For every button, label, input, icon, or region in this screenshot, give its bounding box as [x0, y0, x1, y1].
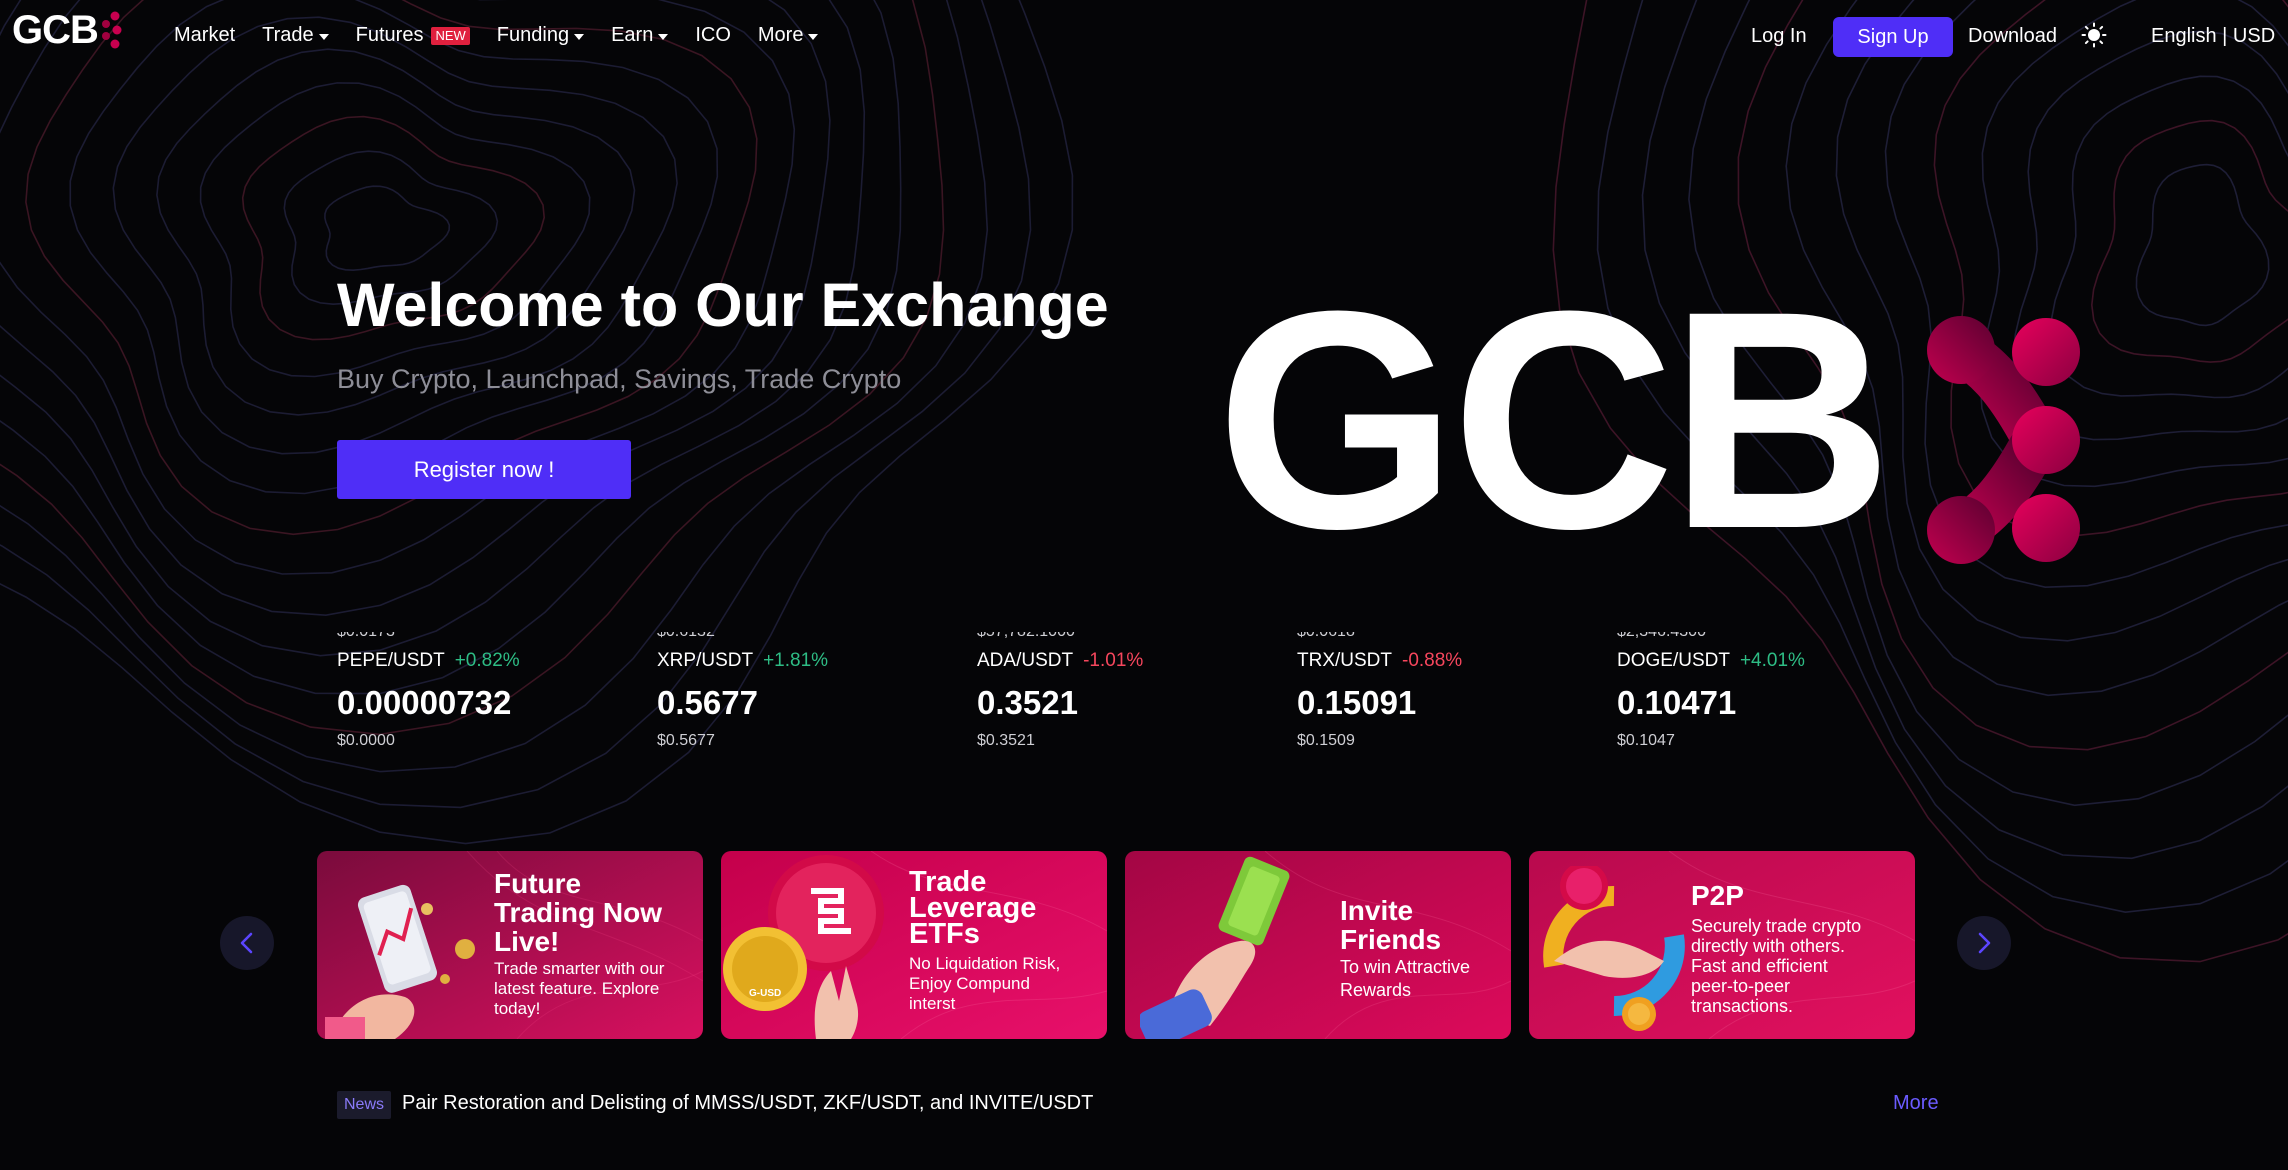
ticker-card[interactable]: $0.6132 XRP/USDT +1.81% 0.5677 $0.5677 [657, 632, 957, 748]
ticker-pair: TRX/USDT [1297, 650, 1392, 671]
banner-title: P2P [1691, 880, 1744, 911]
ticker-pair: XRP/USDT [657, 650, 754, 671]
ticker-change: -1.01% [1083, 650, 1144, 671]
ticker-usd-value: $0.1509 [1297, 732, 1355, 748]
money-hand-illustration-icon [1140, 856, 1290, 1039]
menu-trade-label: Trade [262, 24, 314, 46]
banner-title: Trade Leverage ETFs [909, 866, 1037, 950]
hero-subtitle: Buy Crypto, Launchpad, Savings, Trade Cr… [337, 364, 902, 394]
ticker-change: -0.88% [1402, 650, 1463, 671]
menu-market[interactable]: Market [174, 24, 235, 47]
ticker-usd-value: $0.5677 [657, 732, 715, 748]
chevron-right-icon [1978, 932, 1991, 954]
ticker-change: +1.81% [763, 650, 829, 671]
signup-label: Sign Up [1857, 25, 1929, 48]
sun-icon[interactable] [2081, 22, 2107, 48]
caret-down-icon [574, 34, 585, 40]
ticker-usd-value: $0.3521 [977, 732, 1035, 748]
ticker-change: +4.01% [1739, 650, 1805, 671]
ticker-price: 0.10471 [1617, 684, 1737, 721]
menu-futures-label: Futures [355, 24, 424, 46]
ticker-card[interactable]: $0.0618 TRX/USDT -0.88% 0.15091 $0.1509 [1297, 632, 1597, 748]
language-currency-selector[interactable]: English | USD [2151, 25, 2275, 48]
chevron-left-icon [240, 932, 253, 954]
banner-future-trading[interactable]: Future Trading Now Live! Trade smarter w… [317, 851, 703, 1039]
ticker-prev-price: $2,346.4300 [1617, 632, 1706, 641]
menu-more-label: More [757, 24, 804, 46]
banner-title: Future Trading Now Live! [494, 868, 662, 957]
ticker-card[interactable]: $57,782.1000 ADA/USDT -1.01% 0.3521 $0.35… [977, 632, 1277, 748]
ticker-pair: PEPE/USDT [337, 650, 445, 671]
hero-gcb-logo: GCB [1216, 265, 2080, 575]
menu-ico[interactable]: ICO [695, 24, 731, 47]
register-now-button[interactable]: Register now ! [337, 440, 631, 499]
menu-funding[interactable]: Funding [496, 24, 585, 47]
ticker-price: 0.15091 [1297, 684, 1417, 721]
caret-down-icon [318, 34, 329, 40]
menu-more[interactable]: More [758, 24, 819, 47]
ticker-price: 0.3521 [977, 684, 1078, 721]
etf-token-illustration-icon [723, 855, 884, 1039]
ticker-usd-value: $0.1047 [1617, 732, 1675, 748]
coin-label: G-USD [749, 988, 782, 999]
download-link[interactable]: Download [1968, 25, 2057, 48]
menu-market-label: Market [174, 24, 236, 46]
menu-funding-label: Funding [496, 24, 570, 46]
new-badge: NEW [431, 26, 470, 45]
menu-ico-label: ICO [695, 24, 731, 46]
ticker-usd-value: $0.0000 [337, 732, 395, 748]
register-label: Register now ! [413, 456, 555, 482]
ticker-pair: ADA/USDT [977, 650, 1074, 671]
banner-description: No Liquidation Risk, Enjoy Compund inter… [909, 954, 1061, 1013]
news-tag: News [337, 1091, 392, 1119]
banner-description: Securely trade crypto directly with othe… [1691, 916, 1862, 1016]
logo-text: GCB [12, 8, 99, 52]
carousel-next-button[interactable] [1957, 916, 2011, 970]
ticker-card[interactable]: $0.0173 PEPE/USDT +0.82% 0.00000732 $0.00… [337, 632, 637, 748]
main-menu: Market Trade Futures NEW Funding Earn ICO… [174, 24, 845, 47]
carousel-prev-button[interactable] [220, 916, 274, 970]
gcb-logo[interactable]: GCB [12, 9, 122, 51]
menu-earn[interactable]: Earn [611, 24, 669, 47]
menu-futures[interactable]: Futures NEW [356, 24, 470, 47]
ticker-card[interactable]: $2,346.4300 DOGE/USDT +4.01% 0.10471 $0.1… [1617, 632, 1917, 748]
ticker-prev-price: $0.0618 [1297, 632, 1355, 641]
ticker-price: 0.5677 [657, 684, 758, 721]
banner-invite-friends[interactable]: Invite Friends To win Attractive Rewards [1125, 851, 1511, 1039]
hero-logo-mark-icon [1927, 316, 2080, 564]
top-navigation: GCB Market Trade Futures NEW Funding Earn… [0, 0, 2288, 75]
caret-down-icon [808, 34, 819, 40]
ticker-prev-price: $0.6132 [657, 632, 715, 641]
banner-description: Trade smarter with our latest feature. E… [494, 959, 665, 1018]
p2p-handshake-illustration-icon [1543, 866, 1685, 1031]
phone-hand-illustration-icon [325, 884, 475, 1039]
login-link[interactable]: Log In [1751, 25, 1807, 48]
news-headline[interactable]: Pair Restoration and Delisting of MMSS/U… [402, 1092, 1093, 1115]
ticker-pair: DOGE/USDT [1617, 650, 1730, 671]
banner-leverage-etfs[interactable]: G-USD Trade Leverage ETFs No Liquidation… [721, 851, 1107, 1039]
logo-mark-icon [101, 11, 122, 49]
ticker-prev-price: $57,782.1000 [977, 632, 1075, 641]
signup-button[interactable]: Sign Up [1833, 17, 1953, 57]
banner-description: To win Attractive Rewards [1340, 957, 1471, 1000]
ticker-prev-price: $0.0173 [337, 632, 395, 641]
banner-p2p[interactable]: P2P Securely trade crypto directly with … [1529, 851, 1915, 1039]
ticker-change: +0.82% [454, 650, 520, 671]
ticker-price: 0.00000732 [337, 684, 512, 721]
banner-title: Invite Friends [1340, 895, 1442, 955]
hero-title: Welcome to Our Exchange [337, 271, 1109, 339]
hero-logo-text: GCB [1216, 246, 1893, 593]
menu-earn-label: Earn [611, 24, 654, 46]
menu-trade[interactable]: Trade [262, 24, 329, 47]
news-more-link[interactable]: More [1893, 1092, 1939, 1115]
caret-down-icon [658, 34, 669, 40]
